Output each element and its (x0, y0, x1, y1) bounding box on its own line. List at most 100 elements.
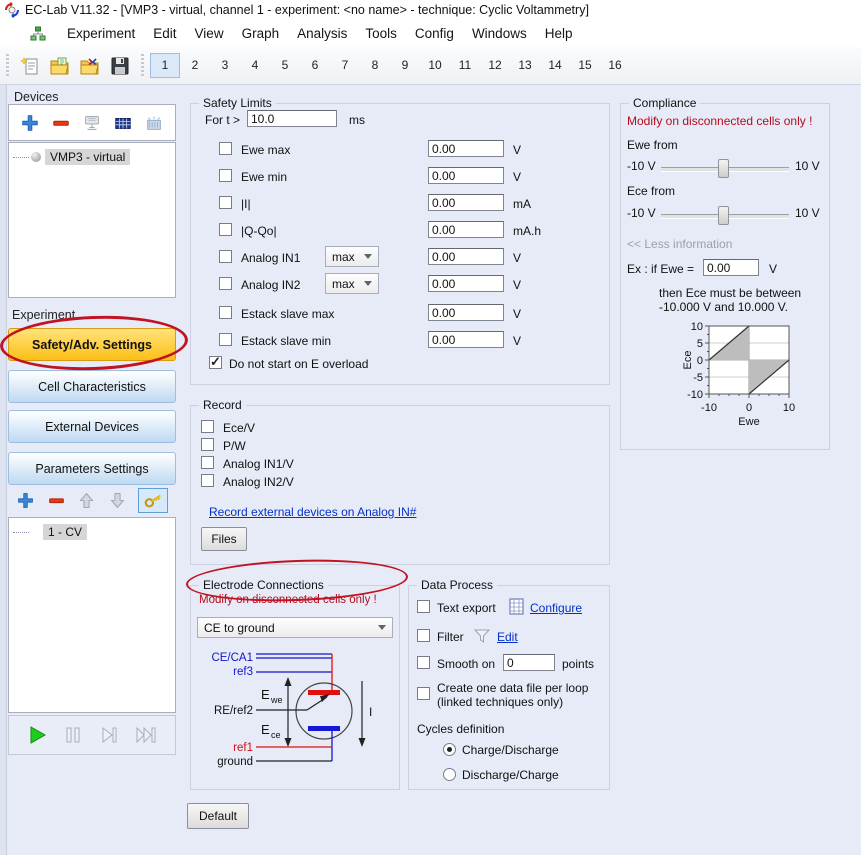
files-button[interactable]: Files (201, 527, 247, 551)
analog-in2-label[interactable]: Analog IN2 (241, 278, 300, 292)
abs-current-input[interactable] (428, 194, 504, 211)
estack-min-input[interactable] (428, 331, 504, 348)
channel-button-7[interactable]: 7 (330, 53, 360, 78)
filter-label[interactable]: Filter (437, 630, 464, 644)
skip-to-end-icon[interactable] (134, 724, 158, 746)
move-up-icon[interactable] (77, 491, 96, 510)
open-settings-button[interactable] (47, 53, 73, 79)
record-analog-in2-checkbox[interactable] (201, 474, 214, 487)
configure-link[interactable]: Configure (530, 601, 582, 615)
charge-discharge-label[interactable]: Charge/Discharge (462, 743, 559, 757)
toolbar-grip[interactable] (6, 54, 9, 78)
channel-button-13[interactable]: 13 (510, 53, 540, 78)
pause-icon[interactable] (62, 724, 84, 746)
analog-in2-checkbox[interactable] (219, 277, 232, 290)
technique-tree-item[interactable]: 1 - CV (9, 518, 175, 540)
channel-button-14[interactable]: 14 (540, 53, 570, 78)
analog-in1-mode-select[interactable]: max (325, 246, 379, 267)
menu-config[interactable]: Config (406, 23, 463, 44)
analog-in1-input[interactable] (428, 248, 504, 265)
record-power-checkbox[interactable] (201, 438, 214, 451)
channel-button-1[interactable]: 1 (150, 53, 180, 78)
channel-button-8[interactable]: 8 (360, 53, 390, 78)
smooth-checkbox[interactable] (417, 656, 430, 669)
channel-button-4[interactable]: 4 (240, 53, 270, 78)
example-ewe-input[interactable] (703, 259, 759, 276)
device-tree-item[interactable]: VMP3 - virtual (9, 143, 175, 165)
analog-in2-input[interactable] (428, 275, 504, 292)
abs-current-checkbox[interactable] (219, 196, 232, 209)
menu-graph[interactable]: Graph (233, 23, 289, 44)
menu-edit[interactable]: Edit (144, 23, 185, 44)
new-settings-button[interactable] (17, 53, 43, 79)
device-config-icon[interactable] (82, 113, 102, 133)
less-information-link[interactable]: << Less information (627, 237, 732, 251)
ewe-max-input[interactable] (428, 140, 504, 157)
record-analog-in1-checkbox[interactable] (201, 456, 214, 469)
device-tree-label[interactable]: VMP3 - virtual (45, 149, 130, 165)
remove-device-icon[interactable] (51, 113, 71, 133)
charge-input[interactable] (428, 221, 504, 238)
menu-experiment[interactable]: Experiment (58, 23, 144, 44)
ewe-min-label[interactable]: Ewe min (241, 170, 287, 184)
smooth-label[interactable]: Smooth on (437, 657, 495, 671)
channel-button-15[interactable]: 15 (570, 53, 600, 78)
move-down-icon[interactable] (108, 491, 127, 510)
technique-menu-icon[interactable] (30, 26, 46, 42)
estack-max-input[interactable] (428, 304, 504, 321)
discharge-charge-radio[interactable] (443, 768, 456, 781)
menu-windows[interactable]: Windows (463, 23, 536, 44)
record-analog-in1-label[interactable]: Analog IN1/V (223, 457, 294, 471)
loop-file-checkbox[interactable] (417, 687, 430, 700)
channel-button-6[interactable]: 6 (300, 53, 330, 78)
ece-from-slider-handle[interactable] (718, 206, 729, 225)
tab-parameters-settings[interactable]: Parameters Settings (8, 452, 176, 485)
left-splitter[interactable] (0, 85, 7, 855)
channel-button-3[interactable]: 3 (210, 53, 240, 78)
add-device-icon[interactable] (20, 113, 40, 133)
no-start-overload-checkbox[interactable] (209, 356, 222, 369)
record-analog-in2-label[interactable]: Analog IN2/V (223, 475, 294, 489)
menu-tools[interactable]: Tools (356, 23, 406, 44)
smooth-points-input[interactable] (503, 654, 555, 671)
discharge-charge-label[interactable]: Discharge/Charge (462, 768, 559, 782)
menu-help[interactable]: Help (536, 23, 582, 44)
add-technique-icon[interactable] (16, 491, 35, 510)
ewe-max-label[interactable]: Ewe max (241, 143, 290, 157)
ewe-from-slider-handle[interactable] (718, 159, 729, 178)
text-export-checkbox[interactable] (417, 600, 430, 613)
analog-in1-label[interactable]: Analog IN1 (241, 251, 300, 265)
menu-view[interactable]: View (186, 23, 233, 44)
device-table-icon[interactable] (113, 113, 133, 133)
tab-external-devices[interactable]: External Devices (8, 410, 176, 443)
filter-checkbox[interactable] (417, 629, 430, 642)
estack-min-label[interactable]: Estack slave min (241, 334, 331, 348)
estack-max-checkbox[interactable] (219, 306, 232, 319)
record-power-label[interactable]: P/W (223, 439, 246, 453)
for-t-input[interactable] (247, 110, 337, 127)
play-icon[interactable] (26, 724, 48, 746)
channel-button-12[interactable]: 12 (480, 53, 510, 78)
channel-button-5[interactable]: 5 (270, 53, 300, 78)
open-data-button[interactable] (77, 53, 103, 79)
channel-button-2[interactable]: 2 (180, 53, 210, 78)
next-technique-icon[interactable] (98, 724, 120, 746)
tab-cell-characteristics[interactable]: Cell Characteristics (8, 370, 176, 403)
record-ece-label[interactable]: Ece/V (223, 421, 255, 435)
abs-current-label[interactable]: |I| (241, 197, 251, 211)
record-ece-checkbox[interactable] (201, 420, 214, 433)
loop-file-label-line2[interactable]: (linked techniques only) (437, 695, 563, 709)
charge-checkbox[interactable] (219, 223, 232, 236)
save-button[interactable] (107, 53, 133, 79)
analog-in2-mode-select[interactable]: max (325, 273, 379, 294)
remove-technique-icon[interactable] (47, 491, 66, 510)
toolbar-grip[interactable] (141, 54, 144, 78)
channel-button-16[interactable]: 16 (600, 53, 630, 78)
estack-min-checkbox[interactable] (219, 333, 232, 346)
tab-safety-adv-settings[interactable]: Safety/Adv. Settings (8, 328, 176, 361)
estack-max-label[interactable]: Estack slave max (241, 307, 334, 321)
record-external-devices-link[interactable]: Record external devices on Analog IN# (209, 505, 416, 519)
ewe-max-checkbox[interactable] (219, 142, 232, 155)
loop-file-label-line1[interactable]: Create one data file per loop (437, 681, 588, 695)
device-firmware-icon[interactable] (144, 113, 164, 133)
